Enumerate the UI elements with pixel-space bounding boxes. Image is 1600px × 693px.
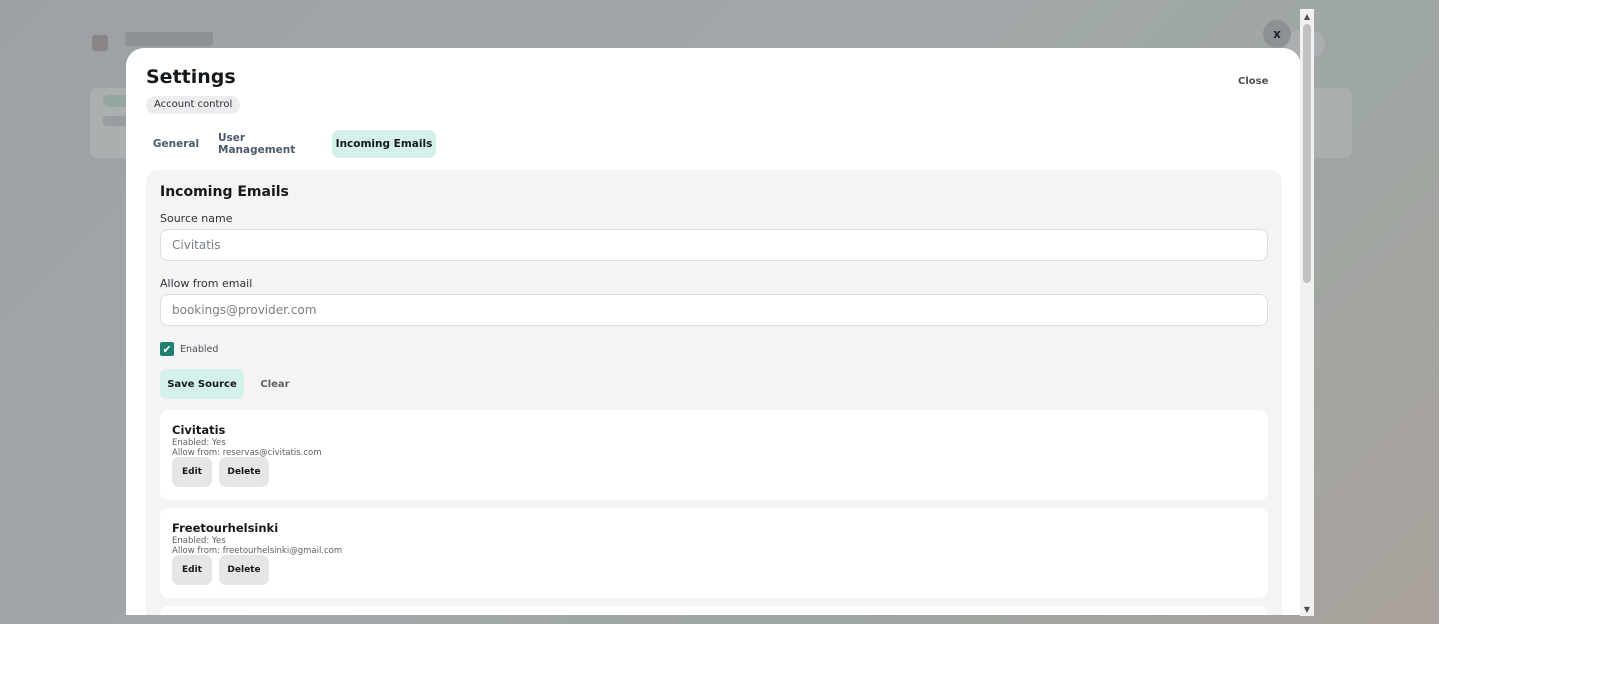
source-card: Civitatis Enabled: Yes Allow from: reser… <box>160 410 1268 500</box>
source-name: Civitatis <box>172 423 226 437</box>
incoming-emails-panel: Incoming Emails Source name Allow from e… <box>146 170 1282 615</box>
scroll-up-arrow-icon[interactable]: ▲ <box>1300 9 1314 23</box>
close-button[interactable]: Close <box>1238 76 1268 87</box>
source-name-input[interactable] <box>160 229 1268 261</box>
edit-source-button[interactable]: Edit <box>172 457 212 487</box>
checkmark-icon: ✔ <box>162 342 172 356</box>
allow-email-input[interactable] <box>160 294 1268 326</box>
scrollbar-thumb[interactable] <box>1303 24 1311 283</box>
delete-source-button[interactable]: Delete <box>219 457 269 487</box>
scroll-down-arrow-icon[interactable]: ▼ <box>1300 602 1314 616</box>
source-enabled-status: Enabled: Yes <box>172 536 226 546</box>
delete-source-button[interactable]: Delete <box>219 555 269 585</box>
source-enabled-status: Enabled: Yes <box>172 438 226 448</box>
panel-title: Incoming Emails <box>160 184 289 200</box>
modal-title: Settings <box>146 66 236 88</box>
edit-source-button[interactable]: Edit <box>172 555 212 585</box>
allow-email-label: Allow from email <box>160 277 253 290</box>
source-name-label: Source name <box>160 212 233 225</box>
enabled-checkbox[interactable]: ✔ <box>160 342 174 356</box>
tab-user-management[interactable]: User Management <box>218 130 326 158</box>
settings-modal: Settings Account control Close General U… <box>126 48 1301 615</box>
close-x-button[interactable]: x <box>1263 20 1291 48</box>
save-source-button[interactable]: Save Source <box>160 369 244 399</box>
source-card-partial <box>160 606 1268 615</box>
background-title <box>125 32 213 46</box>
background-logo <box>92 35 108 51</box>
account-control-badge: Account control <box>146 96 241 114</box>
tab-general[interactable]: General <box>146 130 206 158</box>
enabled-label: Enabled <box>180 344 219 355</box>
tab-incoming-emails[interactable]: Incoming Emails <box>332 130 436 158</box>
source-card: Freetourhelsinki Enabled: Yes Allow from… <box>160 508 1268 598</box>
clear-button[interactable]: Clear <box>250 369 300 399</box>
source-name: Freetourhelsinki <box>172 521 279 535</box>
